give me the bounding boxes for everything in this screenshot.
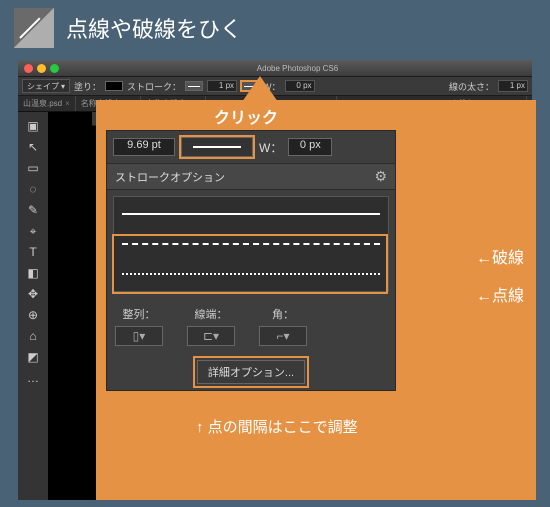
fill-swatch[interactable] — [105, 81, 123, 91]
dashed-line-icon — [122, 243, 380, 245]
solid-line-icon — [193, 146, 241, 148]
tool-icon[interactable]: ↖ — [23, 137, 43, 157]
spacing-note: ↑ 点の間隔はここで調整 — [196, 416, 358, 437]
tool-icon[interactable]: … — [23, 368, 43, 388]
tool-icon[interactable]: ⊕ — [23, 305, 43, 325]
panel-title: ストロークオプション — [115, 169, 225, 185]
tool-icon[interactable]: ◧ — [23, 263, 43, 283]
click-label: クリック — [214, 104, 278, 128]
stroke-dotted-option[interactable] — [122, 267, 380, 281]
solid-line-icon — [122, 213, 380, 215]
tool-icon[interactable]: ⌂ — [23, 326, 43, 346]
stroke-dashed-option[interactable] — [122, 237, 380, 251]
tool-icon[interactable]: ✥ — [23, 284, 43, 304]
w-input[interactable]: 0 px — [285, 80, 315, 92]
tool-icon[interactable]: ◩ — [23, 347, 43, 367]
stroke-size-input[interactable]: 9.69 pt — [113, 138, 175, 156]
dashed-label: ←破線 — [476, 244, 524, 268]
line-weight-input[interactable]: 1 px — [498, 80, 528, 92]
gear-icon[interactable]: ⚙ — [374, 168, 387, 185]
panel-header: ストロークオプション ⚙ — [107, 163, 395, 190]
zoom-icon[interactable] — [50, 64, 59, 73]
tool-icon[interactable]: ✎ — [23, 200, 43, 220]
dotted-line-icon — [122, 273, 380, 275]
tool-icon[interactable]: T — [23, 242, 43, 262]
window-titlebar: Adobe Photoshop CS6 — [18, 60, 532, 76]
lesson-title: 点線や破線をひく — [66, 12, 242, 44]
advanced-row: 詳細オプション... — [107, 354, 395, 390]
stroke-style-dropdown[interactable] — [181, 137, 253, 157]
tool-icon[interactable]: ◌ — [23, 179, 43, 199]
toolbar: ▣ ↖ ▭ ◌ ✎ ⌖ T ◧ ✥ ⊕ ⌂ ◩ … — [18, 112, 48, 500]
align-label: 整列： — [123, 306, 156, 322]
document-tab[interactable]: 山温泉.psd× — [18, 96, 76, 111]
stroke-width-input[interactable]: 1 px — [207, 80, 237, 92]
dotted-label: ←点線 — [476, 282, 524, 306]
stroke-label: ストローク： — [127, 80, 181, 93]
w-input[interactable]: 0 px — [288, 138, 332, 156]
line-tool-icon — [14, 8, 54, 48]
tool-icon[interactable]: ⌖ — [23, 221, 43, 241]
w-label: W： — [259, 139, 282, 156]
fill-label: 塗り： — [74, 80, 101, 93]
tool-icon[interactable]: ▣ — [23, 116, 43, 136]
stroke-subopts: 整列： ▯▾ 線端： ⊏▾ 角： ⌐▾ — [107, 298, 395, 354]
tool-icon[interactable]: ▭ — [23, 158, 43, 178]
annotation-overlay: クリック 9.69 pt W： 0 px ストロークオプション ⚙ 整列： ▯▾… — [96, 100, 536, 500]
panel-top-row: 9.69 pt W： 0 px — [107, 131, 395, 163]
lesson-title-bar: 点線や破線をひく — [0, 0, 550, 56]
cap-dropdown[interactable]: ⊏▾ — [187, 326, 235, 346]
corner-label: 角： — [272, 306, 294, 322]
stroke-swatch[interactable] — [185, 81, 203, 91]
close-tab-icon[interactable]: × — [65, 99, 70, 108]
stroke-options-panel: 9.69 pt W： 0 px ストロークオプション ⚙ 整列： ▯▾ 線端： … — [106, 130, 396, 391]
close-icon[interactable] — [24, 64, 33, 73]
advanced-options-button[interactable]: 詳細オプション... — [197, 360, 305, 384]
shape-mode-dropdown[interactable]: シェイプ ▾ — [22, 79, 70, 93]
cap-label: 線端： — [195, 306, 228, 322]
align-dropdown[interactable]: ▯▾ — [115, 326, 163, 346]
minimize-icon[interactable] — [37, 64, 46, 73]
stroke-style-list — [113, 196, 389, 292]
corner-dropdown[interactable]: ⌐▾ — [259, 326, 307, 346]
line-weight-label: 線の太さ： — [449, 80, 494, 93]
app-title: Adobe Photoshop CS6 — [63, 64, 532, 73]
callout-arrow-icon — [242, 76, 278, 102]
stroke-solid-option[interactable] — [122, 207, 380, 221]
